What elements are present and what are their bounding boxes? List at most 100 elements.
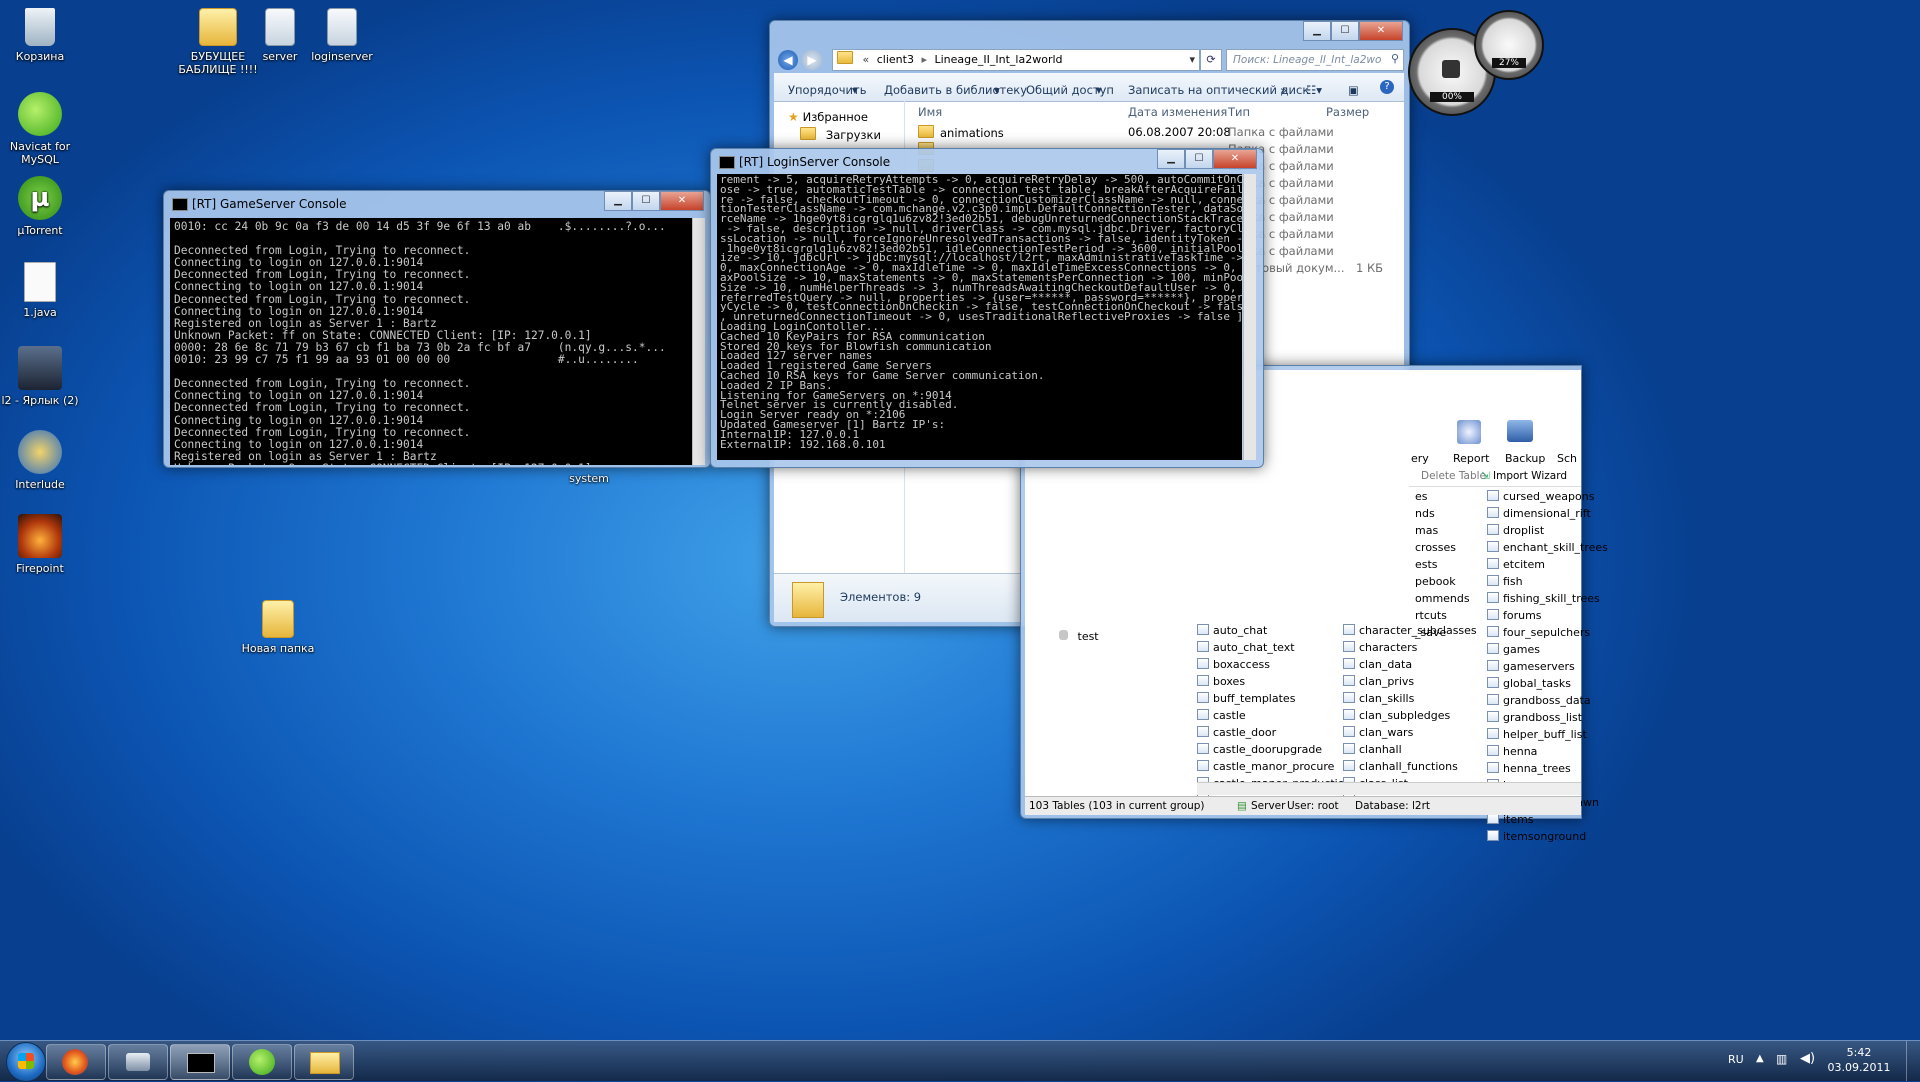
table-item[interactable]: helper_buff_list bbox=[1487, 726, 1587, 743]
show-hidden-icons-icon[interactable]: ▲ bbox=[1756, 1053, 1764, 1064]
desktop-icon-firepoint[interactable]: Firepoint bbox=[0, 514, 80, 575]
gameserver-console-output[interactable]: 0010: cc 24 0b 9c 0a f3 de 00 14 d5 3f 9… bbox=[170, 218, 692, 465]
taskbar-firefox-button[interactable] bbox=[46, 1044, 106, 1080]
desktop-icon-system[interactable]: system bbox=[549, 472, 629, 485]
table-item[interactable]: droplist bbox=[1487, 522, 1587, 539]
table-item[interactable]: ests bbox=[1415, 556, 1475, 573]
refresh-button[interactable]: ⟳ bbox=[1200, 49, 1222, 71]
desktop-icon-java-file[interactable]: 1.java bbox=[0, 262, 80, 319]
breadcrumb-item[interactable]: client3 bbox=[877, 53, 914, 66]
nav-downloads[interactable]: Загрузки bbox=[800, 127, 881, 142]
delete-table-button[interactable]: Delete Table bbox=[1421, 470, 1486, 482]
import-wizard-button[interactable]: Import Wizard bbox=[1493, 470, 1567, 482]
column-header-date[interactable]: Дата изменения bbox=[1128, 105, 1227, 119]
desktop-icon-l2-shortcut[interactable]: l2 - Ярлык (2) bbox=[0, 346, 80, 407]
table-item[interactable]: clanhall_functions bbox=[1343, 758, 1493, 775]
maximize-button[interactable]: ☐ bbox=[1331, 21, 1359, 41]
help-icon[interactable]: ? bbox=[1380, 80, 1394, 94]
close-button[interactable]: ✕ bbox=[1213, 149, 1257, 169]
explorer-titlebar[interactable]: ▁ ☐ ✕ bbox=[770, 21, 1409, 47]
table-item[interactable]: clan_subpledges bbox=[1343, 707, 1493, 724]
loginserver-console-output[interactable]: rement -> 5, acquireRetryAttempts -> 0, … bbox=[717, 174, 1242, 460]
table-item[interactable]: fish bbox=[1487, 573, 1587, 590]
desktop-icon-recycle-bin[interactable]: Корзина bbox=[0, 8, 80, 63]
close-button[interactable]: ✕ bbox=[1359, 21, 1403, 41]
table-item[interactable]: games bbox=[1487, 641, 1587, 658]
table-item[interactable]: crosses bbox=[1415, 539, 1475, 556]
memory-meter-gadget[interactable]: 27% bbox=[1474, 10, 1544, 80]
chevron-down-icon[interactable]: ▾ bbox=[1189, 50, 1195, 70]
table-item[interactable]: grandboss_data bbox=[1487, 692, 1591, 709]
gameserver-scrollbar[interactable] bbox=[692, 218, 705, 465]
desktop-icon-interlude[interactable]: Interlude bbox=[0, 430, 80, 491]
table-item[interactable]: clan_skills bbox=[1343, 690, 1493, 707]
table-item[interactable]: clan_wars bbox=[1343, 724, 1493, 741]
report-toolbar-button[interactable]: Report bbox=[1453, 452, 1489, 465]
column-header-name[interactable]: Имя bbox=[918, 105, 942, 119]
maximize-button[interactable]: ☐ bbox=[1185, 149, 1213, 169]
loginserver-console-window[interactable]: [RT] LoginServer Console ▁ ☐ ✕ rement ->… bbox=[710, 148, 1264, 468]
table-item[interactable]: grandboss_list bbox=[1487, 709, 1587, 726]
column-header-type[interactable]: Тип bbox=[1228, 105, 1250, 119]
backup-toolbar-button[interactable]: Backup bbox=[1505, 452, 1545, 465]
preview-pane-icon[interactable]: ▣ bbox=[1348, 83, 1359, 97]
taskbar-navicat-button[interactable] bbox=[232, 1044, 292, 1080]
desktop-icon-loginserver[interactable]: loginserver bbox=[302, 8, 382, 63]
table-item[interactable]: character_subclasses bbox=[1343, 622, 1493, 639]
back-button[interactable]: ◀ bbox=[778, 50, 798, 70]
nav-favorites[interactable]: ★ Избранное bbox=[788, 110, 868, 124]
table-item[interactable]: gameservers bbox=[1487, 658, 1587, 675]
table-item[interactable]: clan_data bbox=[1343, 656, 1493, 673]
table-item[interactable]: enchant_skill_trees bbox=[1487, 539, 1608, 556]
table-item[interactable]: forums bbox=[1487, 607, 1587, 624]
gameserver-titlebar[interactable]: [RT] GameServer Console ▁ ☐ ✕ bbox=[164, 191, 710, 217]
taskbar-control-button[interactable] bbox=[108, 1044, 168, 1080]
language-indicator[interactable]: RU bbox=[1728, 1053, 1744, 1066]
gameserver-console-window[interactable]: [RT] GameServer Console ▁ ☐ ✕ 0010: cc 2… bbox=[163, 190, 711, 468]
table-item[interactable]: etcitem bbox=[1487, 556, 1587, 573]
table-item[interactable]: castle_manor_procure bbox=[1197, 758, 1347, 775]
show-desktop-button[interactable] bbox=[1906, 1041, 1920, 1081]
minimize-button[interactable]: ▁ bbox=[1303, 21, 1331, 41]
table-item[interactable]: castle_door bbox=[1197, 724, 1347, 741]
table-item[interactable]: ommends bbox=[1415, 590, 1475, 607]
search-input[interactable]: Поиск: Lineage_II_Int_la2world ⚲ bbox=[1226, 49, 1404, 71]
table-item[interactable]: boxaccess bbox=[1197, 656, 1347, 673]
address-bar[interactable]: « client3 ▸ Lineage_II_Int_la2world ▾ bbox=[832, 49, 1200, 71]
table-item[interactable]: clanhall bbox=[1343, 741, 1493, 758]
loginserver-titlebar[interactable]: [RT] LoginServer Console ▁ ☐ ✕ bbox=[711, 149, 1263, 175]
loginserver-scrollbar[interactable] bbox=[1243, 174, 1256, 460]
desktop-icon-new-folder[interactable]: Новая папка bbox=[238, 600, 318, 655]
file-row[interactable]: animations 06.08.2007 20:08 Папка с файлам… bbox=[908, 123, 1404, 140]
table-item[interactable]: dimensional_rift bbox=[1487, 505, 1591, 522]
column-header-size[interactable]: Размер bbox=[1326, 105, 1369, 119]
table-item[interactable]: henna_trees bbox=[1487, 760, 1587, 777]
table-item[interactable]: pebook bbox=[1415, 573, 1475, 590]
table-item[interactable]: es bbox=[1415, 488, 1475, 505]
taskbar-console-button[interactable] bbox=[170, 1044, 230, 1080]
table-item[interactable]: mas bbox=[1415, 522, 1475, 539]
navicat-hscroll[interactable] bbox=[1197, 782, 1581, 795]
table-item[interactable]: boxes bbox=[1197, 673, 1347, 690]
query-toolbar-button[interactable]: ery bbox=[1411, 452, 1429, 465]
table-item[interactable]: characters bbox=[1343, 639, 1493, 656]
table-item[interactable]: henna bbox=[1487, 743, 1587, 760]
navicat-tree-item-test[interactable]: test bbox=[1059, 630, 1099, 643]
table-item[interactable]: castle_doorupgrade bbox=[1197, 741, 1347, 758]
breadcrumb-item[interactable]: Lineage_II_Int_la2world bbox=[934, 53, 1062, 66]
table-item[interactable]: itemsonground bbox=[1487, 828, 1587, 845]
table-item[interactable]: buff_templates bbox=[1197, 690, 1347, 707]
minimize-button[interactable]: ▁ bbox=[604, 191, 632, 211]
maximize-button[interactable]: ☐ bbox=[632, 191, 660, 211]
table-item[interactable]: four_sepulchers bbox=[1487, 624, 1590, 641]
add-to-library-button[interactable]: Добавить в библиотеку bbox=[884, 83, 1027, 97]
table-item[interactable]: nds bbox=[1415, 505, 1475, 522]
table-item[interactable]: auto_chat_text bbox=[1197, 639, 1347, 656]
more-commands-button[interactable]: » bbox=[1280, 83, 1287, 97]
table-item[interactable]: clan_privs bbox=[1343, 673, 1493, 690]
close-button[interactable]: ✕ bbox=[660, 191, 704, 211]
network-icon[interactable]: ▥ bbox=[1776, 1052, 1787, 1066]
desktop-icon-navicat[interactable]: Navicat for MySQL bbox=[0, 92, 80, 166]
clock[interactable]: 5:42 03.09.2011 bbox=[1824, 1045, 1894, 1075]
table-item[interactable]: auto_chat bbox=[1197, 622, 1347, 639]
